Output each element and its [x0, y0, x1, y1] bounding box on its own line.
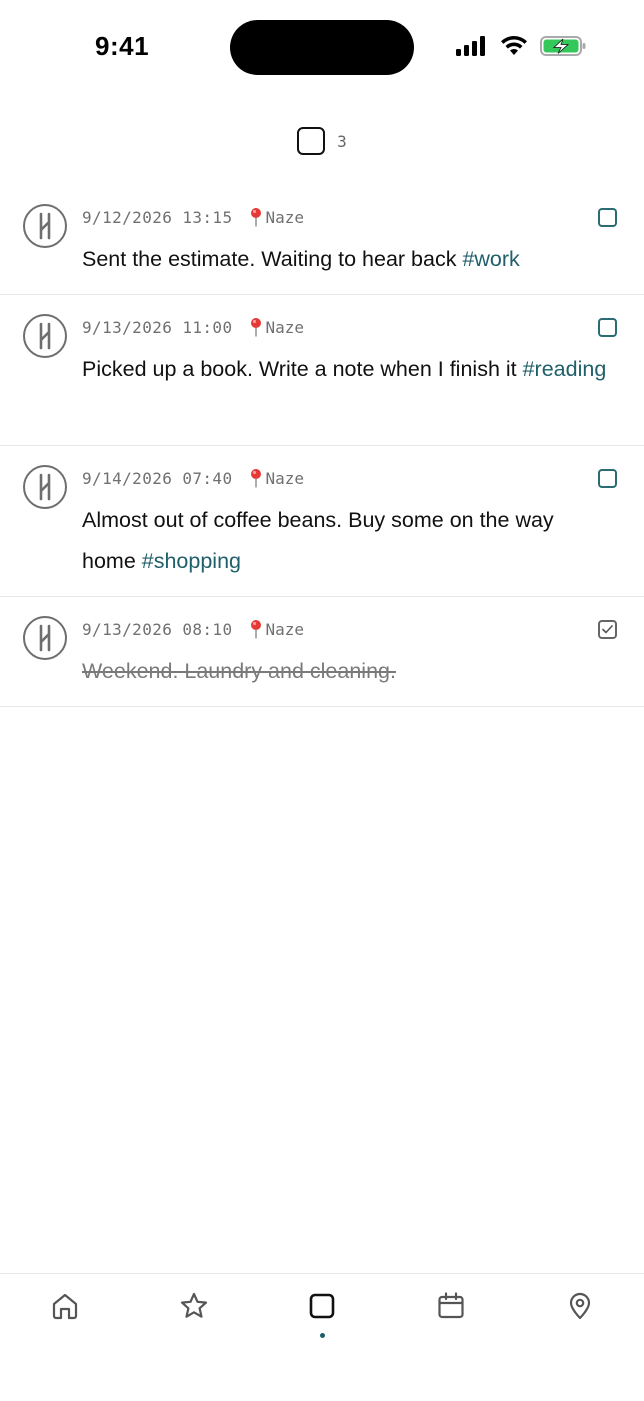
star-icon	[180, 1292, 208, 1318]
tab-tasks[interactable]	[292, 1291, 352, 1351]
memo-place: Naze	[249, 207, 305, 227]
calendar-icon	[438, 1292, 464, 1319]
active-tab-indicator	[319, 1333, 325, 1338]
map-pin-icon	[249, 317, 263, 337]
memo-item[interactable]: 9/13/2026 11:00 Naze Picked up a book. W…	[0, 295, 644, 446]
memo-body: Picked up a book. Write a note when I fi…	[82, 357, 523, 381]
tab-map[interactable]	[550, 1291, 610, 1351]
memo-item[interactable]: 9/12/2026 13:15 Naze Sent the estimate. …	[0, 185, 644, 295]
memo-text: Weekend. Laundry and cleaning.	[82, 651, 612, 692]
memo-list: 9/12/2026 13:15 Naze Sent the estimate. …	[0, 185, 644, 707]
status-bar: 9:41	[0, 0, 644, 94]
memo-date: 9/14/2026 07:40	[82, 468, 233, 488]
memo-tag[interactable]: #shopping	[142, 549, 241, 573]
memo-meta: 9/13/2026 08:10 Naze	[82, 619, 304, 639]
memo-checkbox[interactable]	[598, 469, 617, 488]
memo-text: Almost out of coffee beans. Buy some on …	[82, 500, 612, 582]
memo-date: 9/13/2026 08:10	[82, 619, 233, 639]
memo-place: Naze	[249, 619, 305, 639]
checkmark-icon	[602, 625, 613, 634]
memo-date: 9/12/2026 13:15	[82, 207, 233, 227]
tab-starred[interactable]	[164, 1291, 224, 1351]
avatar	[23, 204, 67, 248]
memo-body: Sent the estimate. Waiting to hear back	[82, 247, 463, 271]
memo-meta: 9/14/2026 07:40 Naze	[82, 468, 304, 488]
memo-place-label: Naze	[265, 619, 305, 639]
memo-tag[interactable]: #work	[462, 247, 519, 271]
memo-place-label: Naze	[265, 207, 305, 227]
avatar	[23, 616, 67, 660]
memo-checkbox-checked[interactable]	[598, 620, 617, 639]
memo-checkbox[interactable]	[598, 208, 617, 227]
dynamic-island	[230, 20, 414, 75]
memo-place: Naze	[249, 468, 305, 488]
tab-bar	[0, 1273, 644, 1401]
map-pin-icon	[249, 619, 263, 639]
tab-calendar[interactable]	[421, 1291, 481, 1351]
status-icons	[455, 34, 587, 58]
avatar	[23, 465, 67, 509]
memo-date: 9/13/2026 11:00	[82, 317, 233, 337]
tab-home[interactable]	[35, 1291, 95, 1351]
rune-icon	[39, 322, 51, 350]
filter-header: 3	[0, 124, 644, 158]
memo-place: Naze	[249, 317, 305, 337]
rune-icon	[39, 212, 51, 240]
rune-icon	[39, 624, 51, 652]
memo-tag[interactable]: #reading	[523, 357, 607, 381]
memo-item[interactable]: 9/14/2026 07:40 Naze Almost out of coffe…	[0, 446, 644, 597]
status-time: 9:41	[95, 31, 150, 61]
avatar	[23, 314, 67, 358]
home-icon	[52, 1293, 78, 1320]
cellular-signal-icon	[455, 35, 489, 57]
map-pin-icon	[249, 207, 263, 227]
wifi-icon	[499, 35, 529, 57]
memo-text: Picked up a book. Write a note when I fi…	[82, 349, 612, 390]
memo-body: Weekend. Laundry and cleaning.	[82, 659, 396, 683]
filter-count: 3	[337, 131, 347, 151]
checkbox-icon[interactable]	[297, 127, 326, 155]
memo-text: Sent the estimate. Waiting to hear back …	[82, 239, 612, 280]
memo-meta: 9/13/2026 11:00 Naze	[82, 317, 304, 337]
memo-item[interactable]: 9/13/2026 08:10 Naze Weekend. Laundry an…	[0, 597, 644, 707]
memo-place-label: Naze	[265, 468, 305, 488]
checkbox-icon	[309, 1293, 335, 1319]
memo-place-label: Naze	[265, 317, 305, 337]
battery-charging-icon	[539, 34, 587, 58]
map-pin-icon	[249, 468, 263, 488]
memo-checkbox[interactable]	[598, 318, 617, 337]
rune-icon	[39, 473, 51, 501]
memo-meta: 9/12/2026 13:15 Naze	[82, 207, 304, 227]
map-pin-icon	[569, 1292, 591, 1320]
